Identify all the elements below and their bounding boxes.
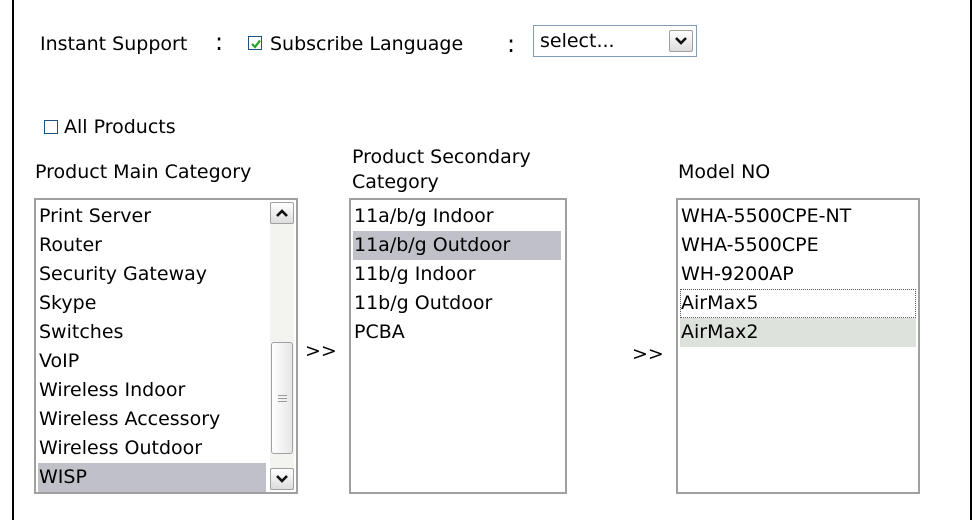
list-item[interactable]: Switches: [38, 318, 266, 347]
checkmark-icon: [251, 39, 261, 49]
scrollbar-thumb[interactable]: [271, 342, 293, 454]
main-category-scrollbar[interactable]: [270, 202, 294, 490]
secondary-category-title-line1: Product Secondary: [352, 146, 531, 168]
grip-line: [278, 401, 287, 402]
list-item[interactable]: WH-9200AP: [680, 260, 916, 289]
language-select[interactable]: select...: [533, 25, 697, 57]
list-item[interactable]: Router: [38, 231, 266, 260]
list-item[interactable]: Wireless Accessory: [38, 405, 266, 434]
list-item-selected[interactable]: WISP: [38, 463, 266, 492]
list-item[interactable]: WHA-5500CPE-NT: [680, 202, 916, 231]
subscribe-checkbox[interactable]: [248, 36, 262, 50]
model-no-listbox[interactable]: WHA-5500CPE-NT WHA-5500CPE WH-9200AP Air…: [676, 198, 920, 494]
model-no-title: Model NO: [678, 161, 771, 183]
list-item[interactable]: Wireless Indoor: [38, 376, 266, 405]
list-item-focused[interactable]: AirMax5: [680, 289, 916, 318]
list-item[interactable]: Wireless Outdoor: [38, 434, 266, 463]
list-item[interactable]: 11b/g Indoor: [353, 260, 561, 289]
list-item[interactable]: Skype: [38, 289, 266, 318]
chevron-down-icon: [675, 37, 687, 45]
scroll-down-button[interactable]: [270, 468, 294, 490]
secondary-category-title-line2: Category: [352, 171, 439, 193]
list-item[interactable]: PCBA: [353, 318, 561, 347]
list-item[interactable]: VoIP: [38, 347, 266, 376]
list-item[interactable]: 11b/g Outdoor: [353, 289, 561, 318]
list-item[interactable]: Security Gateway: [38, 260, 266, 289]
list-item-selected[interactable]: AirMax2: [680, 318, 916, 347]
instant-support-label: Instant Support: [40, 33, 188, 55]
move-arrow-1: >>: [305, 340, 337, 362]
subscribe-language-label: Subscribe Language: [270, 33, 464, 55]
main-category-title: Product Main Category: [35, 161, 252, 183]
scroll-up-button[interactable]: [270, 202, 294, 224]
all-products-checkbox[interactable]: [44, 120, 58, 134]
move-arrow-2: >>: [632, 343, 664, 365]
language-select-dropdown-button[interactable]: [669, 30, 693, 52]
instant-support-colon: :: [215, 28, 224, 56]
list-item-selected[interactable]: 11a/b/g Outdoor: [353, 231, 561, 260]
main-category-listbox[interactable]: Print Server Router Security Gateway Sky…: [34, 198, 298, 494]
grip-line: [278, 398, 287, 399]
chevron-up-icon: [276, 209, 288, 217]
language-select-value: select...: [540, 30, 615, 52]
list-item[interactable]: 11a/b/g Indoor: [353, 202, 561, 231]
subscribe-language-colon: :: [507, 30, 516, 58]
all-products-label: All Products: [64, 116, 176, 138]
grip-line: [278, 395, 287, 396]
list-item[interactable]: Print Server: [38, 202, 266, 231]
secondary-category-listbox[interactable]: 11a/b/g Indoor 11a/b/g Outdoor 11b/g Ind…: [349, 198, 567, 494]
chevron-down-icon: [276, 475, 288, 483]
list-item[interactable]: WHA-5500CPE: [680, 231, 916, 260]
